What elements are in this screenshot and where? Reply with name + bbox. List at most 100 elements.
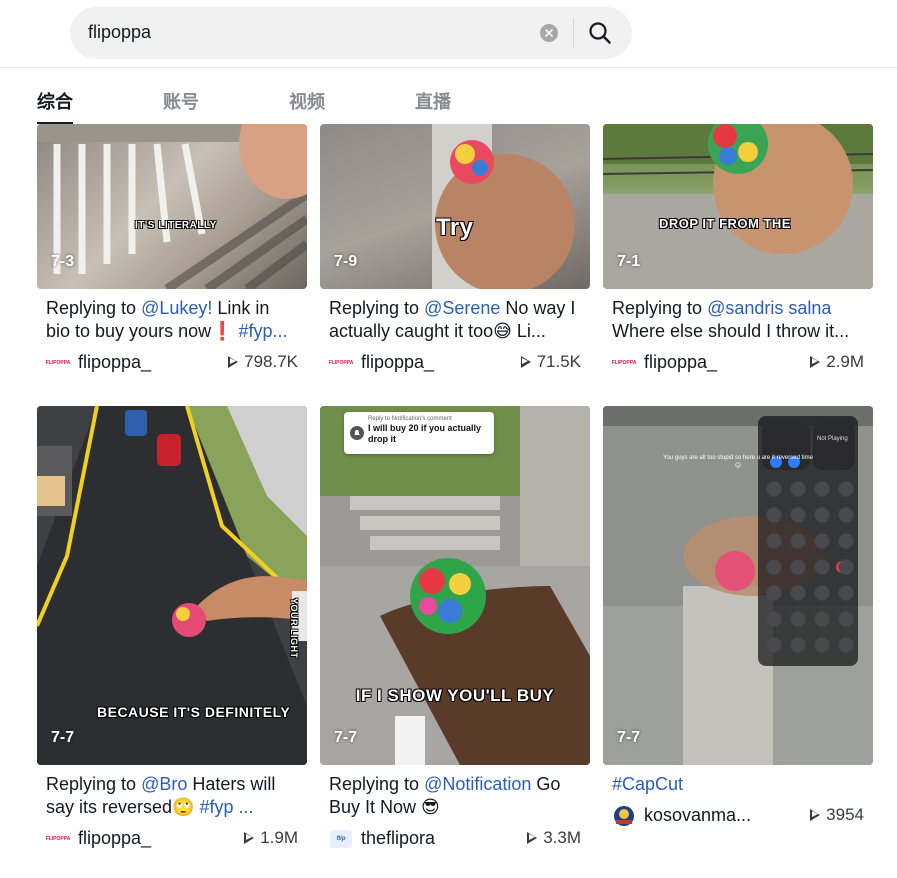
- video-caption-overlay: IF I SHOW YOU'LL BUY: [355, 686, 555, 705]
- video-card[interactable]: BECAUSE IT'S DEFINITELY YOUR LIGHT 7-7 R…: [37, 406, 307, 854]
- search-input[interactable]: flipoppa: [88, 22, 151, 43]
- thumbnail-art: [320, 406, 590, 765]
- video-card[interactable]: IT'S LITERALLY 7-3 Replying to @Lukey! L…: [37, 124, 307, 378]
- desc-prefix: Replying to: [46, 774, 142, 794]
- comment-reply-bubble: Reply to Notification's comment I will b…: [344, 412, 494, 454]
- views-label: 2.9M: [826, 352, 864, 371]
- desc-prefix: Replying to: [46, 298, 142, 318]
- play-icon: [527, 832, 538, 844]
- top-bar: flipoppa: [0, 0, 897, 68]
- play-icon: [520, 356, 531, 368]
- now-playing-tile: Not Playing: [813, 422, 855, 470]
- view-count: 2.9M: [810, 352, 864, 372]
- video-caption-overlay: You guys are all too stupid so here u ar…: [663, 455, 813, 469]
- play-icon: [244, 832, 255, 844]
- video-thumbnail[interactable]: Not Playing You guys are all too stupid …: [603, 406, 873, 765]
- play-icon: [810, 809, 821, 821]
- desc-prefix: Replying to: [612, 298, 708, 318]
- hashtag-link[interactable]: #fyp...: [239, 321, 288, 341]
- side-caption-overlay: YOUR LIGHT: [289, 598, 299, 659]
- tab-live[interactable]: 直播: [415, 88, 451, 114]
- video-description[interactable]: Replying to @Bro Haters will say its rev…: [37, 773, 307, 819]
- hashtag-link[interactable]: #fyp ...: [199, 797, 253, 817]
- video-card[interactable]: DROP IT FROM THE 7-1 Replying to @sandri…: [603, 124, 873, 378]
- episode-badge: 7-7: [51, 729, 75, 746]
- video-card[interactable]: Not Playing You guys are all too stupid …: [603, 406, 873, 831]
- mention-link[interactable]: @Serene: [424, 298, 500, 318]
- author-name[interactable]: flipoppa_: [78, 352, 151, 373]
- video-meta: FLIPOPPA flipoppa_ 2.9M: [603, 348, 873, 378]
- now-playing-label: Not Playing: [817, 436, 848, 442]
- thumbnail-art: [603, 124, 873, 289]
- video-thumbnail[interactable]: Try 7-9: [320, 124, 590, 289]
- author-avatar[interactable]: FLIPOPPA: [46, 354, 71, 372]
- episode-badge: 7-7: [334, 729, 358, 746]
- video-description[interactable]: Replying to @Serene No way I actually ca…: [320, 297, 590, 343]
- author-name[interactable]: flipoppa_: [78, 828, 151, 849]
- author-name[interactable]: theflipora: [361, 828, 435, 849]
- views-label: 1.9M: [260, 828, 298, 847]
- view-count: 798.7K: [228, 352, 298, 372]
- thumbnail-art: [37, 124, 307, 289]
- search-tabs: 综合 账号 视频 直播: [0, 68, 897, 124]
- episode-badge: 7-1: [617, 253, 641, 270]
- mention-link[interactable]: @Bro: [141, 774, 187, 794]
- video-description[interactable]: Replying to @Notification Go Buy It Now …: [320, 773, 590, 819]
- views-label: 798.7K: [244, 352, 298, 371]
- author-name[interactable]: flipoppa_: [644, 352, 717, 373]
- mention-link[interactable]: @Notification: [424, 774, 531, 794]
- video-thumbnail[interactable]: Reply to Notification's comment I will b…: [320, 406, 590, 765]
- view-count: 71.5K: [520, 352, 581, 372]
- views-label: 3.3M: [543, 828, 581, 847]
- video-caption-overlay: Try: [436, 214, 474, 241]
- comment-header: Reply to Notification's comment: [368, 416, 452, 422]
- view-count: 3954: [810, 805, 864, 825]
- episode-badge: 7-9: [334, 253, 358, 270]
- tab-comprehensive[interactable]: 综合: [37, 88, 73, 114]
- view-count: 3.3M: [527, 828, 581, 848]
- video-meta: kosovanma... 3954: [603, 801, 873, 831]
- views-label: 71.5K: [536, 352, 581, 371]
- author-avatar[interactable]: FLIPOPPA: [612, 354, 637, 372]
- video-card[interactable]: Try 7-9 Replying to @Serene No way I act…: [320, 124, 590, 378]
- comment-body: I will buy 20 if you actually drop it: [368, 423, 482, 444]
- video-caption-overlay: BECAUSE IT'S DEFINITELY: [97, 704, 291, 720]
- author-name[interactable]: kosovanma...: [644, 805, 751, 826]
- author-name[interactable]: flipoppa_: [361, 352, 434, 373]
- author-avatar[interactable]: FLIPOPPA: [46, 830, 71, 848]
- desc-prefix: Replying to: [329, 774, 425, 794]
- search-icon[interactable]: [586, 19, 614, 47]
- tab-videos[interactable]: 视频: [289, 88, 325, 114]
- video-thumbnail[interactable]: IT'S LITERALLY 7-3: [37, 124, 307, 289]
- video-caption-overlay: IT'S LITERALLY: [135, 220, 217, 231]
- video-thumbnail[interactable]: DROP IT FROM THE 7-1: [603, 124, 873, 289]
- video-caption-overlay: DROP IT FROM THE: [659, 216, 791, 231]
- tab-accounts[interactable]: 账号: [163, 88, 199, 114]
- desc-prefix: Replying to: [329, 298, 425, 318]
- author-avatar[interactable]: FLIPOPPA: [329, 354, 354, 372]
- episode-badge: 7-3: [51, 253, 75, 270]
- author-avatar[interactable]: [613, 805, 635, 827]
- video-meta: FLIPOPPA flipoppa_ 1.9M: [37, 824, 307, 854]
- bell-icon: [350, 426, 364, 440]
- video-description[interactable]: Replying to @Lukey! Link in bio to buy y…: [37, 297, 307, 343]
- thumbnail-art: [432, 124, 575, 289]
- mention-link[interactable]: @sandris salna: [707, 298, 831, 318]
- video-description[interactable]: Replying to @sandris salna Where else sh…: [603, 297, 873, 343]
- play-icon: [228, 356, 239, 368]
- clear-search-icon[interactable]: [540, 24, 558, 42]
- search-box[interactable]: flipoppa: [70, 7, 632, 59]
- search-divider: [573, 18, 574, 48]
- view-count: 1.9M: [244, 828, 298, 848]
- video-meta: flip theflipora 3.3M: [320, 824, 590, 854]
- video-description[interactable]: #CapCut: [603, 773, 873, 796]
- play-icon: [810, 356, 821, 368]
- video-card[interactable]: Reply to Notification's comment I will b…: [320, 406, 590, 854]
- hashtag-link[interactable]: #CapCut: [612, 774, 683, 794]
- video-thumbnail[interactable]: BECAUSE IT'S DEFINITELY YOUR LIGHT 7-7: [37, 406, 307, 765]
- author-avatar[interactable]: flip: [330, 830, 352, 848]
- views-label: 3954: [826, 805, 864, 824]
- mention-link[interactable]: @Lukey!: [141, 298, 212, 318]
- control-grid: [762, 476, 855, 661]
- video-meta: FLIPOPPA flipoppa_ 71.5K: [320, 348, 590, 378]
